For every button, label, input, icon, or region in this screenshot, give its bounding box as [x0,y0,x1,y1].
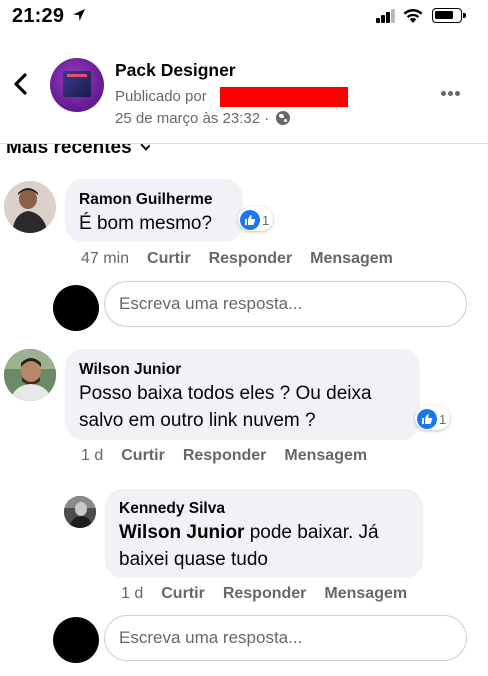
reaction-number: 1 [439,411,447,427]
reply-placeholder: Escreva uma resposta... [119,628,303,647]
like-button[interactable]: Curtir [121,447,165,465]
reply-button[interactable]: Responder [209,250,293,268]
battery-icon [432,8,466,23]
chevron-down-icon [140,143,150,151]
reply-text-line-2: baixei quase tudo [119,549,268,570]
reply-button[interactable]: Responder [223,585,307,603]
avatar-kennedy[interactable] [64,496,96,528]
person-photo [64,496,96,528]
status-time: 21:29 [12,5,65,27]
comment-text: É bom mesmo? [79,213,213,234]
like-button[interactable]: Curtir [161,585,205,603]
post-date-text: 25 de março às 23:32 · [115,110,270,127]
message-button[interactable]: Mensagem [324,585,407,603]
message-button[interactable]: Mensagem [284,447,367,465]
header-divider [0,143,488,144]
comment-text-line-2: salvo em outro link nuvem ? [79,410,316,431]
page-name[interactable]: Pack Designer [115,60,236,81]
reply-input[interactable]: Escreva uma resposta... [104,615,467,661]
reaction-count[interactable]: 1 [238,207,274,231]
status-bar: 21:29 [0,0,488,34]
published-by: Publicado por [115,88,207,105]
reaction-count[interactable]: 1 [415,406,451,430]
person-photo [4,181,56,233]
current-user-avatar [53,617,99,663]
reply-author[interactable]: Kennedy Silva [119,500,225,518]
page-avatar[interactable] [50,58,104,112]
reply-text-rest: pode baixar. Já [244,522,379,543]
comment-bubble-wilson[interactable]: Wilson Junior Posso baixa todos eles ? O… [65,349,420,440]
wifi-icon [403,9,423,23]
comment-time[interactable]: 1 d [81,447,103,465]
comment-time[interactable]: 47 min [81,250,129,268]
location-arrow-icon [73,9,85,21]
reply-time[interactable]: 1 d [121,585,143,603]
message-button[interactable]: Mensagem [310,250,393,268]
current-user-avatar [53,285,99,331]
like-icon [417,409,437,429]
signal-icon [376,9,396,23]
comment-actions: 47 min Curtir Responder Mensagem [81,250,393,268]
post-header: Pack Designer Publicado por 25 de março … [0,50,488,136]
reply-placeholder: Escreva uma resposta... [119,294,303,313]
reply-button[interactable]: Responder [183,447,267,465]
reply-input[interactable]: Escreva uma resposta... [104,281,467,327]
pack-logo [63,71,91,97]
reply-text-line-1: Wilson Junior pode baixar. Já [119,520,379,546]
avatar-wilson[interactable] [4,349,56,401]
mention-link[interactable]: Wilson Junior [119,522,244,543]
sort-dropdown[interactable]: Mais recentes [6,137,150,159]
reply-actions: 1 d Curtir Responder Mensagem [121,585,407,603]
comment-actions: 1 d Curtir Responder Mensagem [81,447,367,465]
more-dots-icon[interactable] [441,83,462,101]
sort-label: Mais recentes [6,137,132,158]
post-date[interactable]: 25 de março às 23:32 · [115,110,291,127]
comment-author[interactable]: Wilson Junior [79,361,181,379]
person-photo [4,349,56,401]
like-icon [240,210,260,230]
comment-bubble-ramon[interactable]: Ramon Guilherme É bom mesmo? [65,179,243,242]
reply-bubble-kennedy[interactable]: Kennedy Silva Wilson Junior pode baixar.… [105,489,423,578]
comment-text-line-1: Posso baixa todos eles ? Ou deixa [79,383,372,404]
redacted-author [220,87,348,107]
comment-author[interactable]: Ramon Guilherme [79,191,213,209]
reaction-number: 1 [262,212,270,228]
avatar-ramon[interactable] [4,181,56,233]
globe-icon [276,111,291,125]
like-button[interactable]: Curtir [147,250,191,268]
back-chevron-icon[interactable] [10,72,30,96]
